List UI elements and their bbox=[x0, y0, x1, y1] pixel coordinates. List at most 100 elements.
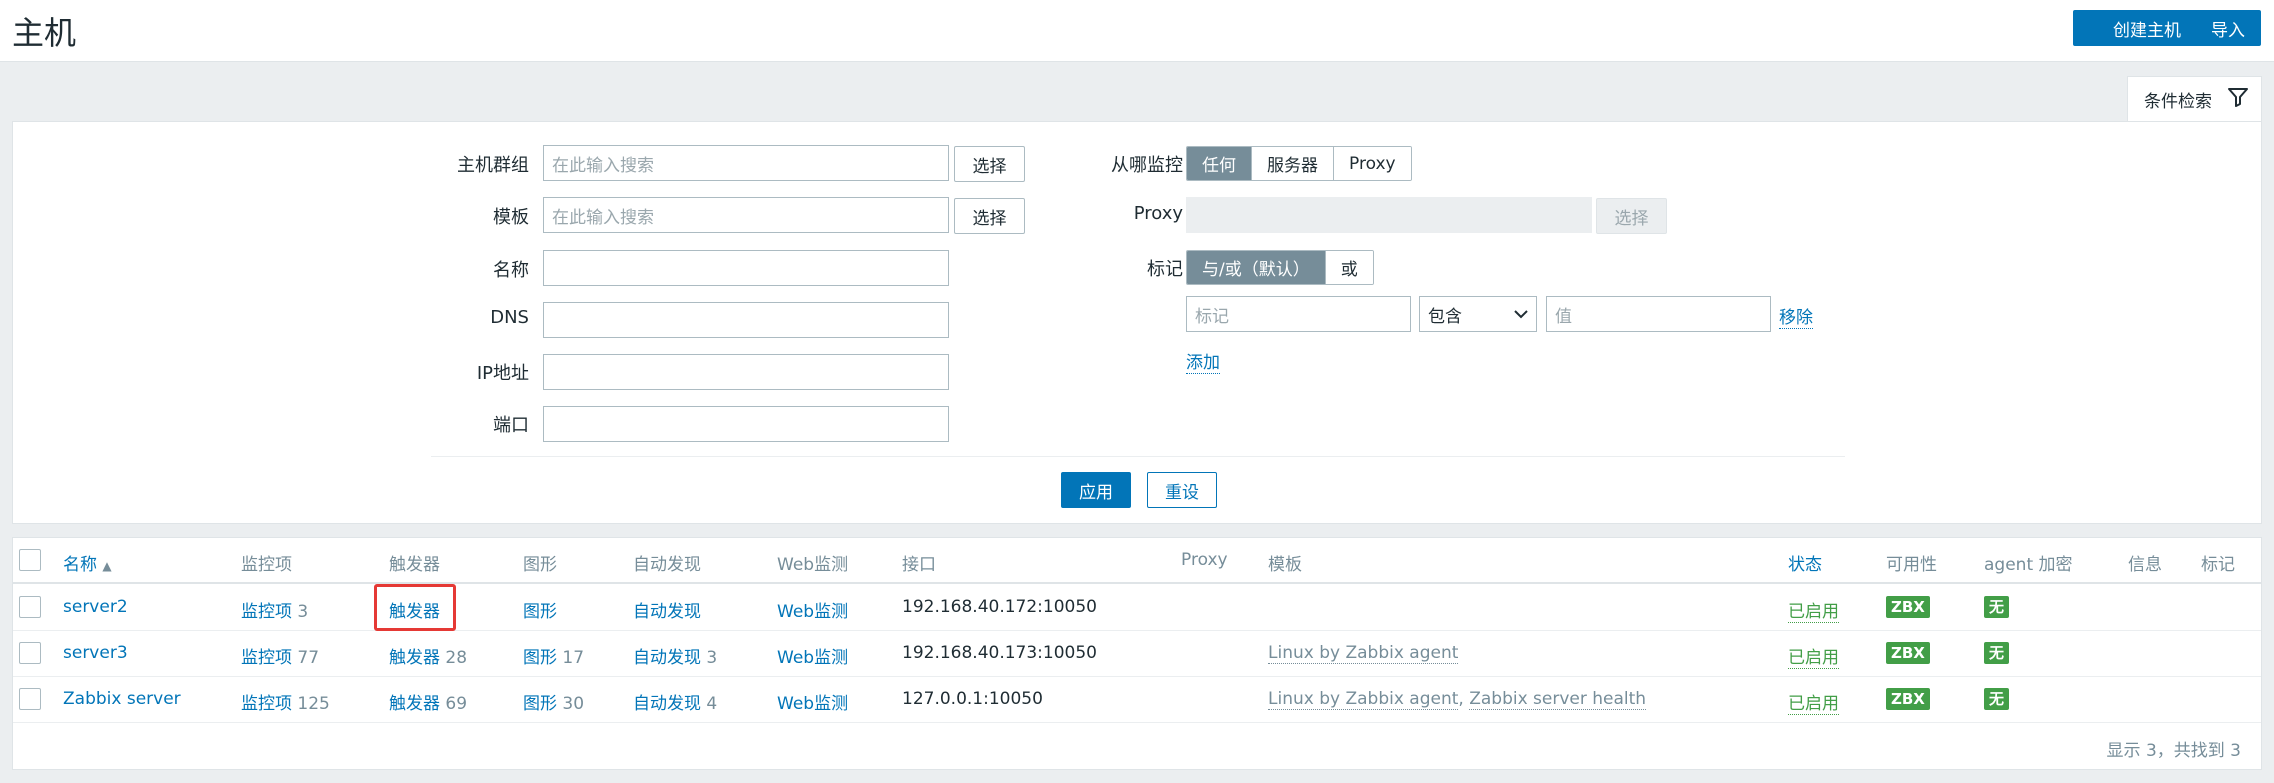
tag-operator-select[interactable]: 包含 bbox=[1419, 296, 1537, 332]
host-groups-label: 主机群组 bbox=[457, 155, 529, 176]
port-label: 端口 bbox=[493, 415, 529, 436]
host-name-link[interactable]: server3 bbox=[63, 643, 128, 663]
chevron-down-icon bbox=[1514, 304, 1528, 324]
filter-icon bbox=[2227, 86, 2249, 113]
column-header-interface: 接口 bbox=[902, 555, 936, 575]
graphs-link[interactable]: 图形 bbox=[523, 648, 557, 668]
monitored-by-any[interactable]: 任何 bbox=[1187, 147, 1252, 180]
column-header-tags: 标记 bbox=[2201, 555, 2235, 575]
column-header-graphs: 图形 bbox=[523, 555, 557, 575]
availability-badge: ZBX bbox=[1886, 688, 1930, 710]
proxy-input bbox=[1186, 197, 1592, 233]
tags-mode-or[interactable]: 或 bbox=[1325, 251, 1373, 284]
encryption-badge: 无 bbox=[1984, 596, 2010, 618]
reset-button[interactable]: 重设 bbox=[1147, 472, 1217, 508]
tag-name-input[interactable]: 标记 bbox=[1186, 296, 1411, 332]
column-header-triggers: 触发器 bbox=[389, 555, 440, 575]
column-header-web: Web监测 bbox=[777, 555, 849, 575]
ip-input[interactable] bbox=[543, 354, 949, 390]
table-row: server2 监控项 3 触发器 图形 自动发现 Web监测 192.168.… bbox=[13, 585, 2261, 631]
items-link[interactable]: 监控项 bbox=[241, 602, 292, 622]
templates-label: 模板 bbox=[493, 207, 529, 228]
table-row: server3 监控项 77 触发器 28 图形 17 自动发现 3 Web监测… bbox=[13, 631, 2261, 677]
add-tag-link[interactable]: 添加 bbox=[1186, 348, 1220, 374]
column-header-name[interactable]: 名称 ▲ bbox=[63, 550, 112, 575]
filter-tab[interactable]: 条件检索 bbox=[2127, 76, 2262, 122]
template-separator: , bbox=[1458, 689, 1470, 709]
filter-divider bbox=[431, 456, 1845, 457]
triggers-count: 69 bbox=[445, 694, 468, 714]
ip-label: IP地址 bbox=[476, 363, 529, 384]
template-link[interactable]: Linux by Zabbix agent bbox=[1268, 643, 1459, 664]
host-name-link[interactable]: server2 bbox=[63, 597, 128, 617]
dns-input[interactable] bbox=[543, 302, 949, 338]
discovery-count: 4 bbox=[706, 694, 718, 714]
triggers-count: 28 bbox=[445, 648, 468, 668]
column-header-proxy: Proxy bbox=[1181, 550, 1228, 570]
host-groups-select-button[interactable]: 选择 bbox=[954, 146, 1025, 182]
filter-tab-label: 条件检索 bbox=[2144, 92, 2212, 112]
host-name-link[interactable]: Zabbix server bbox=[63, 689, 181, 709]
tags-mode-segmented: 与/或（默认） 或 bbox=[1186, 250, 1374, 285]
monitored-by-proxy[interactable]: Proxy bbox=[1334, 147, 1411, 180]
tag-operator-value: 包含 bbox=[1428, 306, 1462, 327]
discovery-count: 3 bbox=[706, 648, 718, 668]
monitored-by-server[interactable]: 服务器 bbox=[1252, 147, 1334, 180]
web-link[interactable]: Web监测 bbox=[777, 597, 848, 622]
encryption-badge: 无 bbox=[1984, 688, 2010, 710]
tag-value-input[interactable]: 值 bbox=[1546, 296, 1771, 332]
proxy-select-button: 选择 bbox=[1596, 198, 1667, 234]
dns-label: DNS bbox=[490, 307, 529, 328]
remove-tag-link[interactable]: 移除 bbox=[1779, 303, 1813, 329]
table-row: Zabbix server 监控项 125 触发器 69 图形 30 自动发现 … bbox=[13, 677, 2261, 723]
page-title: 主机 bbox=[12, 14, 77, 52]
port-input[interactable] bbox=[543, 406, 949, 442]
web-link[interactable]: Web监测 bbox=[777, 689, 848, 714]
filter-panel: 主机群组 在此输入搜索 选择 模板 在此输入搜索 选择 名称 DNS IP地址 … bbox=[12, 121, 2262, 524]
host-groups-input[interactable]: 在此输入搜索 bbox=[543, 145, 949, 181]
template-link[interactable]: Linux by Zabbix agent bbox=[1268, 689, 1459, 710]
proxy-label: Proxy bbox=[1133, 203, 1183, 224]
column-header-encryption: agent 加密 bbox=[1984, 555, 2073, 575]
apply-button[interactable]: 应用 bbox=[1061, 472, 1131, 508]
tags-mode-and-or[interactable]: 与/或（默认） bbox=[1187, 251, 1326, 284]
select-all-checkbox[interactable] bbox=[19, 549, 41, 571]
availability-badge: ZBX bbox=[1886, 642, 1930, 664]
column-header-templates: 模板 bbox=[1268, 555, 1302, 575]
column-header-items: 监控项 bbox=[241, 555, 292, 575]
discovery-link[interactable]: 自动发现 bbox=[633, 648, 701, 668]
graphs-link[interactable]: 图形 bbox=[523, 694, 557, 714]
monitored-by-segmented: 任何 服务器 Proxy bbox=[1186, 146, 1412, 181]
column-header-discovery: 自动发现 bbox=[633, 555, 701, 575]
templates-select-button[interactable]: 选择 bbox=[954, 198, 1025, 234]
interface-value: 127.0.0.1:10050 bbox=[902, 689, 1043, 709]
row-checkbox[interactable] bbox=[19, 596, 41, 618]
row-checkbox[interactable] bbox=[19, 688, 41, 710]
row-checkbox[interactable] bbox=[19, 642, 41, 664]
graphs-count: 17 bbox=[562, 648, 585, 668]
encryption-badge: 无 bbox=[1984, 642, 2010, 664]
sort-asc-icon: ▲ bbox=[102, 559, 112, 573]
discovery-link[interactable]: 自动发现 bbox=[633, 602, 701, 622]
web-link[interactable]: Web监测 bbox=[777, 643, 848, 668]
items-link[interactable]: 监控项 bbox=[241, 694, 292, 714]
monitored-by-label: 从哪监控 bbox=[1111, 155, 1183, 176]
items-link[interactable]: 监控项 bbox=[241, 648, 292, 668]
triggers-link[interactable]: 触发器 bbox=[389, 694, 440, 714]
highlight-box bbox=[374, 584, 456, 631]
graphs-count: 30 bbox=[562, 694, 585, 714]
discovery-link[interactable]: 自动发现 bbox=[633, 694, 701, 714]
import-button[interactable]: 导入 bbox=[2195, 10, 2261, 46]
status-link[interactable]: 已启用 bbox=[1788, 643, 1839, 669]
column-header-status[interactable]: 状态 bbox=[1788, 550, 1822, 575]
template-link[interactable]: Zabbix server health bbox=[1469, 689, 1647, 710]
name-input[interactable] bbox=[543, 250, 949, 286]
items-count: 125 bbox=[297, 694, 330, 714]
column-header-info: 信息 bbox=[2128, 555, 2162, 575]
status-link[interactable]: 已启用 bbox=[1788, 689, 1839, 715]
templates-input[interactable]: 在此输入搜索 bbox=[543, 197, 949, 233]
items-count: 3 bbox=[297, 602, 309, 622]
graphs-link[interactable]: 图形 bbox=[523, 602, 557, 622]
status-link[interactable]: 已启用 bbox=[1788, 597, 1839, 623]
triggers-link[interactable]: 触发器 bbox=[389, 648, 440, 668]
